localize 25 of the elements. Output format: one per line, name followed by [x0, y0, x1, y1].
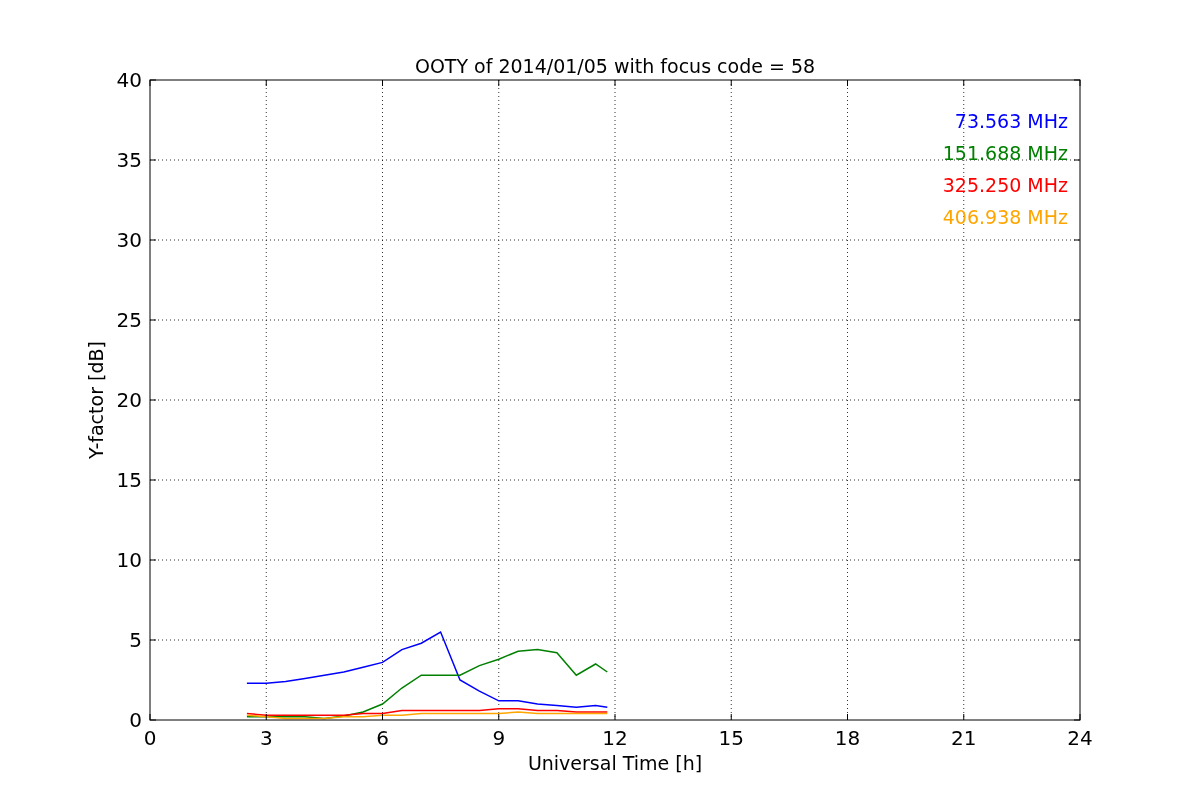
legend-label: 151.688 MHz	[942, 142, 1068, 164]
tick-label: 0	[143, 726, 157, 750]
tick-label: 5	[129, 628, 142, 652]
tick-label: 15	[116, 468, 142, 492]
tick-label: 18	[834, 726, 861, 750]
tick-label: 35	[116, 148, 142, 172]
y-axis-label: Y-factor [dB]	[85, 341, 107, 459]
tick-label: 40	[116, 68, 142, 92]
tick-label: 10	[116, 548, 142, 572]
legend-label: 406.938 MHz	[942, 206, 1068, 228]
tick-label: 30	[116, 228, 142, 252]
tick-label: 20	[116, 388, 142, 412]
tick-label: 12	[602, 726, 628, 750]
tick-label: 21	[951, 726, 977, 750]
tick-label: 15	[718, 726, 744, 750]
tick-label: 24	[1067, 726, 1093, 750]
x-axis-label: Universal Time [h]	[527, 752, 703, 774]
chart-title: OOTY of 2014/01/05 with focus code = 58	[414, 55, 816, 77]
legend-label: 325.250 MHz	[942, 174, 1068, 196]
tick-label: 25	[116, 308, 142, 332]
tick-label: 0	[129, 708, 142, 732]
tick-label: 3	[259, 726, 273, 750]
legend-label: 73.563 MHz	[954, 110, 1068, 132]
tick-label: 9	[492, 726, 506, 750]
tick-label: 6	[376, 726, 389, 750]
